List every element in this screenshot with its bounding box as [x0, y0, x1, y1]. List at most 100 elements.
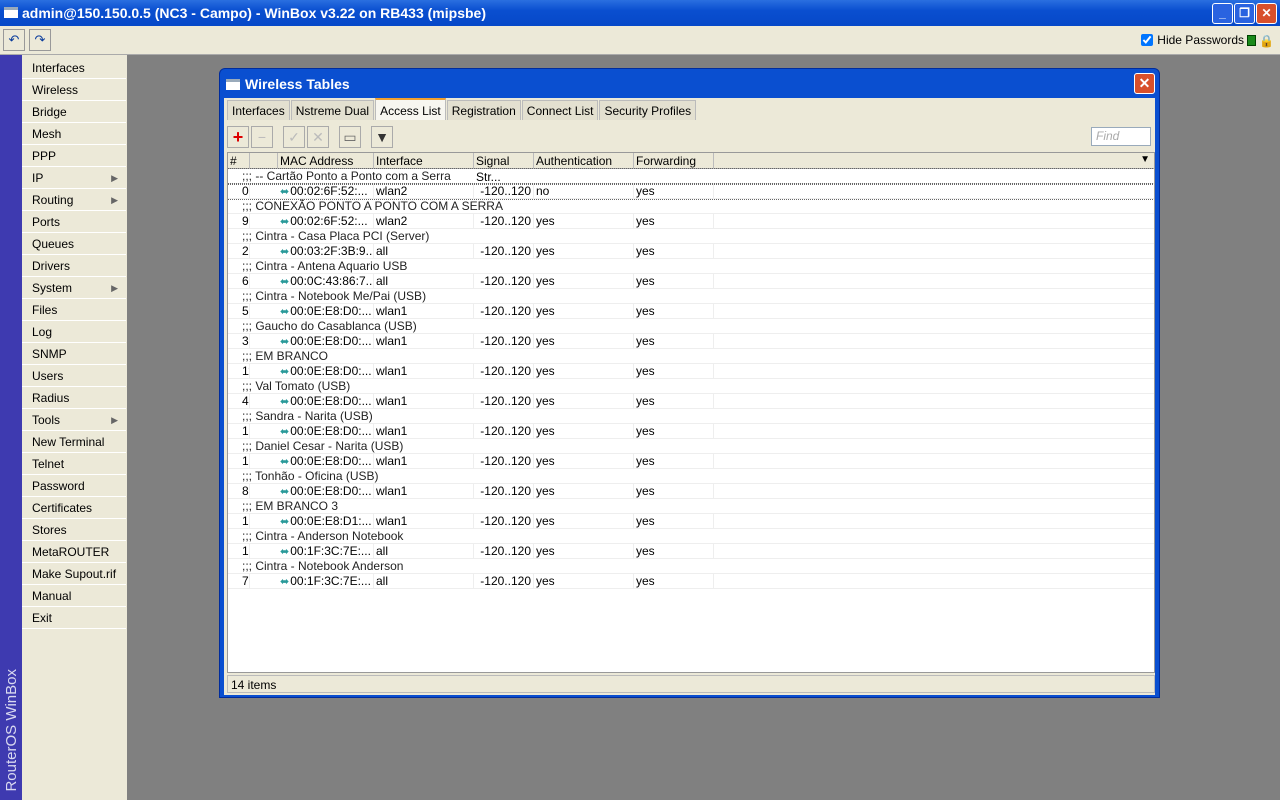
cell-iface: wlan2: [374, 214, 474, 229]
sidebar-item-new-terminal[interactable]: New Terminal: [22, 431, 126, 453]
comment-row[interactable]: ;;; Tonhão - Oficina (USB): [228, 469, 1154, 484]
redo-icon[interactable]: ↷: [29, 29, 51, 51]
filter-icon[interactable]: ▼: [371, 126, 393, 148]
table-row[interactable]: 13⬌00:0E:E8:D1:...wlan1-120..120yesyes: [228, 514, 1154, 529]
comment-row[interactable]: ;;; Sandra - Narita (USB): [228, 409, 1154, 424]
sidebar-item-password[interactable]: Password: [22, 475, 126, 497]
comment-row[interactable]: ;;; Daniel Cesar - Narita (USB): [228, 439, 1154, 454]
cell-auth: yes: [534, 544, 634, 559]
table-row[interactable]: 6 ⬌00:0C:43:86:7... all -120..120 yes yes: [228, 274, 1154, 289]
sidebar-item-manual[interactable]: Manual: [22, 585, 126, 607]
comment-row[interactable]: ;;; Gaucho do Casablanca (USB): [228, 319, 1154, 334]
sidebar-item-make-supout-rif[interactable]: Make Supout.rif: [22, 563, 126, 585]
sidebar-item-label: Make Supout.rif: [32, 567, 117, 581]
tab-connect-list[interactable]: Connect List: [521, 100, 599, 120]
sidebar-item-telnet[interactable]: Telnet: [22, 453, 126, 475]
sidebar-item-label: Manual: [32, 589, 72, 603]
table-row[interactable]: 3 ⬌00:0E:E8:D0:... wlan1 -120..120 yes yes: [228, 334, 1154, 349]
enable-icon[interactable]: ✓: [283, 126, 305, 148]
maximize-button[interactable]: ❐: [1234, 3, 1255, 24]
sidebar-item-log[interactable]: Log: [22, 321, 126, 343]
comment-row[interactable]: ;;; Cintra - Antena Aquario USB: [228, 259, 1154, 274]
window-title-bar[interactable]: Wireless Tables ✕: [220, 69, 1159, 98]
tab-access-list[interactable]: Access List: [375, 98, 446, 120]
table-row[interactable]: 8 ⬌00:0E:E8:D0:... wlan1 -120..120 yes yes: [228, 484, 1154, 499]
column-header[interactable]: Authentication: [534, 153, 634, 169]
sidebar-item-queues[interactable]: Queues: [22, 233, 126, 255]
table-row[interactable]: 0 ⬌00:02:6F:52:... wlan2 -120..120 no yes: [228, 183, 1154, 200]
sidebar-item-tools[interactable]: Tools ▶: [22, 409, 126, 431]
sidebar-item-exit[interactable]: Exit: [22, 607, 126, 629]
sidebar-item-label: SNMP: [32, 347, 67, 361]
access-entry-icon: ⬌: [280, 576, 290, 588]
mac-address: 00:03:2F:3B:9...: [290, 244, 374, 258]
cell-mac: ⬌00:02:6F:52:...: [278, 214, 374, 229]
sidebar-item-label: New Terminal: [32, 435, 105, 449]
table-row[interactable]: 11⬌00:0E:E8:D0:...wlan1-120..120yesyes: [228, 364, 1154, 379]
column-header[interactable]: Forwarding: [634, 153, 714, 169]
cell-id: 13: [228, 514, 250, 529]
close-button[interactable]: ✕: [1256, 3, 1277, 24]
column-header[interactable]: Interface: [374, 153, 474, 169]
comment-row[interactable]: ;;; Cintra - Casa Placa PCI (Server): [228, 229, 1154, 244]
comment-row[interactable]: ;;; -- Cartão Ponto a Ponto com a Serra: [228, 168, 1154, 185]
cell-auth: yes: [534, 214, 634, 229]
minimize-button[interactable]: _: [1212, 3, 1233, 24]
disable-icon[interactable]: ✕: [307, 126, 329, 148]
sidebar-item-bridge[interactable]: Bridge: [22, 101, 126, 123]
cell-mac: ⬌00:03:2F:3B:9...: [278, 244, 374, 259]
column-menu-icon[interactable]: ▼: [1140, 154, 1150, 165]
comment-row[interactable]: ;;; Val Tomato (USB): [228, 379, 1154, 394]
cell-mac: ⬌00:02:6F:52:...: [278, 184, 374, 199]
hide-passwords-checkbox[interactable]: Hide Passwords: [1141, 33, 1244, 47]
comment-row[interactable]: ;;; Cintra - Notebook Me/Pai (USB): [228, 289, 1154, 304]
sidebar-item-certificates[interactable]: Certificates: [22, 497, 126, 519]
table-row[interactable]: 9 ⬌00:02:6F:52:... wlan2 -120..120 yes yes: [228, 214, 1154, 229]
sidebar: RouterOS WinBox Interfaces Wireless Bridge…: [0, 55, 127, 800]
status-bar: 14 items: [227, 675, 1155, 693]
column-header[interactable]: [250, 153, 278, 169]
table-row[interactable]: 5 ⬌00:0E:E8:D0:... wlan1 -120..120 yes yes: [228, 304, 1154, 319]
comment-row[interactable]: ;;; Cintra - Notebook Anderson: [228, 559, 1154, 574]
tab-interfaces[interactable]: Interfaces: [227, 100, 290, 120]
tab-registration[interactable]: Registration: [446, 100, 521, 120]
tab-security-profiles[interactable]: Security Profiles: [599, 100, 697, 120]
column-header[interactable]: MAC Address: [278, 153, 374, 169]
sidebar-item-ip[interactable]: IP ▶: [22, 167, 126, 189]
sidebar-item-metarouter[interactable]: MetaROUTER: [22, 541, 126, 563]
comment-icon[interactable]: ▭: [339, 126, 361, 148]
table-row[interactable]: 10⬌00:0E:E8:D0:...wlan1-120..120yesyes: [228, 454, 1154, 469]
comment-row[interactable]: ;;; EM BRANCO 3: [228, 499, 1154, 514]
comment-row[interactable]: ;;; EM BRANCO: [228, 349, 1154, 364]
sidebar-item-label: Drivers: [32, 259, 70, 273]
sidebar-item-interfaces[interactable]: Interfaces: [22, 57, 126, 79]
tab-nstreme-dual[interactable]: Nstreme Dual: [290, 100, 375, 120]
cell-iface: wlan1: [374, 334, 474, 349]
table-row[interactable]: 7 ⬌00:1F:3C:7E:... all -120..120 yes yes: [228, 574, 1154, 589]
table-row[interactable]: 4 ⬌00:0E:E8:D0:... wlan1 -120..120 yes yes: [228, 394, 1154, 409]
comment-row[interactable]: ;;; Cintra - Anderson Notebook: [228, 529, 1154, 544]
sidebar-item-snmp[interactable]: SNMP: [22, 343, 126, 365]
sidebar-item-users[interactable]: Users: [22, 365, 126, 387]
table-row[interactable]: 1 ⬌00:1F:3C:7E:... all -120..120 yes yes: [228, 544, 1154, 559]
column-header[interactable]: Signal Str...: [474, 153, 534, 184]
sidebar-item-wireless[interactable]: Wireless: [22, 79, 126, 101]
sidebar-item-routing[interactable]: Routing ▶: [22, 189, 126, 211]
sidebar-item-system[interactable]: System ▶: [22, 277, 126, 299]
sidebar-item-radius[interactable]: Radius: [22, 387, 126, 409]
column-header[interactable]: #: [228, 153, 250, 169]
table-row[interactable]: 12⬌00:0E:E8:D0:...wlan1-120..120yesyes: [228, 424, 1154, 439]
sidebar-item-ports[interactable]: Ports: [22, 211, 126, 233]
sidebar-item-stores[interactable]: Stores: [22, 519, 126, 541]
sidebar-item-drivers[interactable]: Drivers: [22, 255, 126, 277]
add-icon[interactable]: +: [227, 126, 249, 148]
table-row[interactable]: 2 ⬌00:03:2F:3B:9... all -120..120 yes yes: [228, 244, 1154, 259]
sidebar-item-ppp[interactable]: PPP: [22, 145, 126, 167]
sidebar-item-files[interactable]: Files: [22, 299, 126, 321]
remove-icon[interactable]: −: [251, 126, 273, 148]
find-input[interactable]: Find: [1091, 127, 1151, 146]
sidebar-item-mesh[interactable]: Mesh: [22, 123, 126, 145]
undo-icon[interactable]: ↶: [3, 29, 25, 51]
comment-row[interactable]: ;;; CONEXÃO PONTO A PONTO COM A SERRA: [228, 199, 1154, 214]
window-close-button[interactable]: ✕: [1134, 73, 1155, 94]
